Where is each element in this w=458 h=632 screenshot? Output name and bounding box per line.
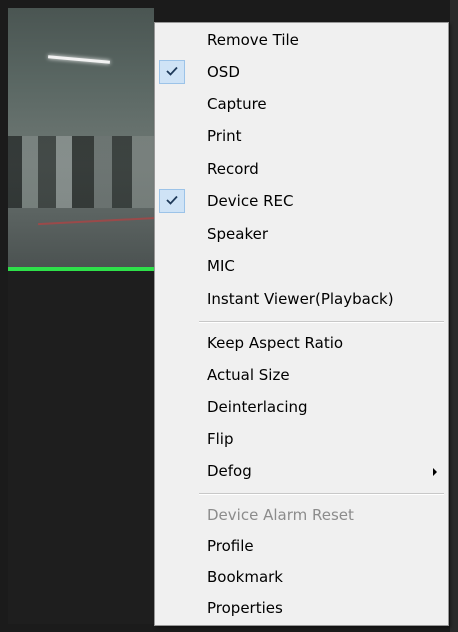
menu-item-profile[interactable]: Profile bbox=[155, 531, 448, 562]
menu-item-label: MIC bbox=[207, 257, 235, 275]
checked-indicator bbox=[159, 189, 185, 213]
menu-item-label: Keep Aspect Ratio bbox=[207, 334, 344, 352]
menu-item-deinterlacing[interactable]: Deinterlacing bbox=[155, 392, 448, 423]
menu-item-label: Flip bbox=[207, 430, 234, 448]
menu-item-label: Remove Tile bbox=[207, 31, 299, 49]
menu-item-flip[interactable]: Flip bbox=[155, 424, 448, 455]
menu-item-label: Deinterlacing bbox=[207, 398, 308, 416]
window-edge bbox=[450, 0, 458, 632]
menu-item-remove-tile[interactable]: Remove Tile bbox=[155, 25, 448, 56]
menu-item-label: Instant Viewer(Playback) bbox=[207, 290, 394, 308]
menu-item-label: Record bbox=[207, 160, 259, 178]
menu-item-instant-viewer[interactable]: Instant Viewer(Playback) bbox=[155, 284, 448, 315]
chevron-right-icon bbox=[433, 468, 437, 476]
menu-item-label: Profile bbox=[207, 537, 254, 555]
checked-indicator bbox=[159, 60, 185, 84]
menu-item-device-alarm-reset: Device Alarm Reset bbox=[155, 500, 448, 531]
menu-item-keep-aspect-ratio[interactable]: Keep Aspect Ratio bbox=[155, 328, 448, 359]
menu-item-label: Bookmark bbox=[207, 568, 283, 586]
menu-separator bbox=[199, 321, 444, 323]
menu-item-bookmark[interactable]: Bookmark bbox=[155, 562, 448, 593]
ceiling-light-image bbox=[47, 55, 111, 64]
menu-item-mic[interactable]: MIC bbox=[155, 251, 448, 282]
menu-separator bbox=[199, 493, 444, 495]
menu-item-osd[interactable]: OSD bbox=[155, 57, 448, 88]
menu-item-label: Actual Size bbox=[207, 366, 290, 384]
camera-video-tile[interactable] bbox=[8, 8, 154, 271]
viewer-window: Remove Tile OSD Capture Print Record Dev… bbox=[0, 0, 458, 632]
office-furniture-image bbox=[8, 136, 154, 216]
menu-item-label: Properties bbox=[207, 599, 283, 617]
context-menu: Remove Tile OSD Capture Print Record Dev… bbox=[154, 22, 449, 626]
menu-item-defog[interactable]: Defog bbox=[155, 456, 448, 487]
menu-item-label: Device REC bbox=[207, 192, 294, 210]
menu-item-label: OSD bbox=[207, 63, 240, 81]
menu-item-label: Device Alarm Reset bbox=[207, 506, 354, 524]
menu-item-label: Print bbox=[207, 127, 242, 145]
check-icon bbox=[166, 66, 178, 76]
menu-item-record[interactable]: Record bbox=[155, 154, 448, 185]
menu-item-capture[interactable]: Capture bbox=[155, 89, 448, 120]
menu-item-label: Defog bbox=[207, 462, 252, 480]
menu-item-device-rec[interactable]: Device REC bbox=[155, 186, 448, 217]
menu-item-speaker[interactable]: Speaker bbox=[155, 219, 448, 250]
menu-item-label: Capture bbox=[207, 95, 267, 113]
menu-item-properties[interactable]: Properties bbox=[155, 593, 448, 624]
menu-item-actual-size[interactable]: Actual Size bbox=[155, 360, 448, 391]
menu-item-print[interactable]: Print bbox=[155, 121, 448, 152]
menu-item-label: Speaker bbox=[207, 225, 269, 243]
empty-tile-area[interactable] bbox=[8, 271, 154, 624]
check-icon bbox=[166, 195, 178, 205]
